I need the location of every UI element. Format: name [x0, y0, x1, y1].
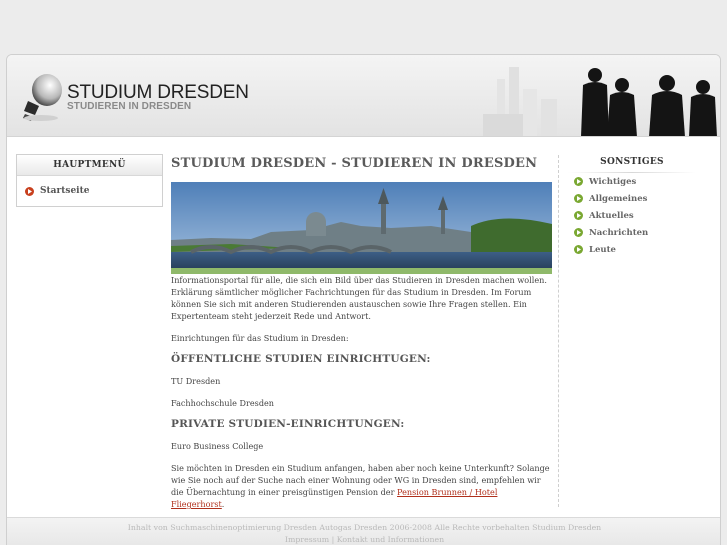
sidebar-heading: SONSTIGES — [568, 155, 696, 173]
list-item: Fachhochschule Dresden — [171, 398, 275, 408]
intro-text: Informationsportal für alle, die sich ei… — [171, 275, 547, 321]
arrow-bullet-icon — [574, 245, 583, 254]
arrow-bullet-icon — [25, 186, 34, 196]
sidebar-item-allgemeines[interactable]: Allgemeines — [568, 190, 696, 207]
page-frame: STUDIUM DRESDEN STUDIEREN IN DRESDEN HAU… — [6, 54, 721, 545]
sidebar-item-label: Wichtiges — [589, 176, 637, 187]
impressum-link[interactable]: Impressum — [285, 535, 329, 544]
arrow-bullet-icon — [574, 194, 583, 203]
kontakt-link[interactable]: Kontakt und Informationen — [337, 535, 444, 544]
sidebar-item-label: Nachrichten — [589, 227, 649, 238]
menu-item-startseite[interactable]: Startseite — [17, 183, 162, 199]
footer-links: Impressum | Kontakt und Informationen — [7, 535, 720, 544]
sidebar-item-label: Leute — [589, 244, 616, 255]
main-menu-panel: HAUPTMENÜ Startseite — [16, 154, 163, 207]
public-heading: ÖFFENTLICHE STUDIEN EINRICHTUGEN: — [171, 353, 431, 365]
arrow-bullet-icon — [574, 177, 583, 186]
sidebar-item-label: Aktuelles — [589, 210, 634, 221]
list-item: Euro Business College — [171, 441, 264, 451]
closing-text-end: . — [221, 499, 225, 509]
footer-copyright: Inhalt von Suchmaschinenoptimierung Dres… — [127, 523, 602, 532]
main-menu-heading: HAUPTMENÜ — [17, 155, 162, 176]
sidebar-item-aktuelles[interactable]: Aktuelles — [568, 207, 696, 224]
einrichtungen-text: Einrichtungen für das Studium in Dresden… — [171, 333, 349, 343]
menu-item-label: Startseite — [40, 186, 90, 196]
closing-text: Sie möchten in Dresden ein Studium anfan… — [171, 462, 552, 510]
sidebar-item-wichtiges[interactable]: Wichtiges — [568, 173, 696, 190]
sidebar-item-nachrichten[interactable]: Nachrichten — [568, 224, 696, 241]
sidebar-item-leute[interactable]: Leute — [568, 241, 696, 258]
site-subtitle: STUDIEREN IN DRESDEN — [67, 101, 192, 112]
footer-separator: | — [329, 535, 337, 544]
sidebar-item-label: Allgemeines — [589, 193, 648, 204]
dresden-skyline-image — [171, 182, 552, 274]
site-footer: Inhalt von Suchmaschinenoptimierung Dres… — [7, 517, 720, 545]
people-silhouettes-image — [483, 67, 717, 136]
page-title: STUDIUM DRESDEN - STUDIEREN IN DRESDEN — [171, 156, 538, 171]
lightbulb-icon — [23, 74, 62, 121]
column-divider — [558, 155, 559, 507]
private-heading: PRIVATE STUDIEN-EINRICHTUNGEN: — [171, 418, 405, 430]
sidebar-sonstiges: SONSTIGES Wichtiges Allgemeines Aktuelle… — [568, 155, 696, 258]
arrow-bullet-icon — [574, 211, 583, 220]
main-content: STUDIUM DRESDEN - STUDIEREN IN DRESDEN I… — [171, 156, 552, 510]
arrow-bullet-icon — [574, 228, 583, 237]
site-header: STUDIUM DRESDEN STUDIEREN IN DRESDEN — [7, 55, 720, 137]
list-item: TU Dresden — [171, 376, 221, 386]
